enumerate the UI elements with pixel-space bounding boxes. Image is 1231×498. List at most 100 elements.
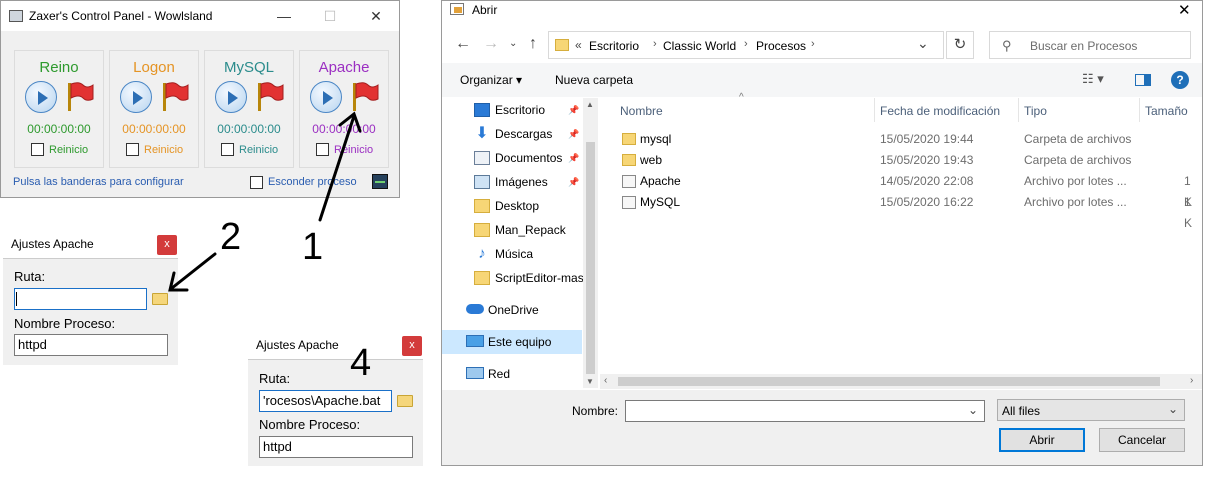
nav-item-label: Red <box>488 367 511 381</box>
new-folder-button[interactable]: Nueva carpeta <box>555 73 633 87</box>
batch-file-icon <box>622 196 636 209</box>
open-button[interactable]: Abrir <box>999 428 1085 452</box>
close-button[interactable]: ✕ <box>353 1 399 31</box>
chevron-down-icon: ⌄ <box>1167 402 1178 416</box>
computer-icon <box>466 335 484 347</box>
column-header-date[interactable]: Fecha de modificación <box>880 104 1000 118</box>
breadcrumb-item[interactable]: Procesos <box>756 39 806 53</box>
pin-icon: 📌 <box>568 105 580 115</box>
nav-item-descargas[interactable]: ⬇ Descargas 📌 <box>442 122 584 146</box>
view-options-icon[interactable]: ☷ ▾ <box>1082 71 1104 87</box>
column-divider <box>1018 98 1019 122</box>
nav-item-musica[interactable]: ♪ Música <box>442 242 584 266</box>
browse-folder-icon[interactable] <box>152 293 168 305</box>
nav-item-documentos[interactable]: Documentos 📌 <box>442 146 584 170</box>
organize-button[interactable]: Organizar ▾ <box>460 73 522 87</box>
control-panel-titlebar: Zaxer's Control Panel - Wowlsland — ☐ ✕ <box>1 1 399 31</box>
minimize-button[interactable]: — <box>261 1 307 31</box>
cloud-icon <box>466 304 484 314</box>
filename-label: Nombre: <box>572 404 619 418</box>
nav-item-man-repack[interactable]: Man_Repack <box>442 218 584 242</box>
help-icon[interactable]: ? <box>1171 71 1189 89</box>
filename-input[interactable]: ⌄ <box>625 400 985 422</box>
up-icon[interactable]: ↑ <box>529 35 537 53</box>
pictures-icon <box>474 175 490 189</box>
nav-item-onedrive[interactable]: OneDrive <box>442 298 584 322</box>
filetype-value: All files <box>1002 404 1041 418</box>
ruta-input[interactable]: 'rocesos\Apache.bat <box>259 390 392 412</box>
file-row[interactable]: mysql 15/05/2020 19:44 Carpeta de archiv… <box>620 129 1200 150</box>
restart-label: Reinicio <box>239 144 279 156</box>
breadcrumb-item[interactable]: Classic World <box>663 39 736 53</box>
play-icon[interactable] <box>25 81 57 113</box>
folder-icon <box>622 154 636 166</box>
forward-icon[interactable]: → <box>483 35 499 53</box>
restart-label: Reinicio <box>334 144 374 156</box>
file-row[interactable]: MySQL 15/05/2020 16:22 Archivo por lotes… <box>620 192 1200 230</box>
nav-item-label: ScriptEditor-mas <box>495 271 583 285</box>
search-box[interactable]: ⚲ Buscar en Procesos <box>989 31 1191 59</box>
file-type: Archivo por lotes ... <box>1024 195 1127 209</box>
nav-item-scripteditor[interactable]: ScriptEditor-mas <box>442 266 584 290</box>
nav-item-label: Este equipo <box>488 335 552 349</box>
hide-process-checkbox[interactable] <box>250 176 263 189</box>
flag-icon[interactable] <box>160 81 190 113</box>
ruta-input[interactable] <box>14 288 147 310</box>
service-card-reino: Reino 00:00:00:00 Reinicio <box>14 50 104 168</box>
search-icon: ⚲ <box>1002 38 1012 53</box>
horizontal-scrollbar[interactable]: ‹ › <box>600 374 1202 389</box>
nav-item-escritorio[interactable]: Escritorio 📌 <box>442 98 584 122</box>
filetype-select[interactable]: All files ⌄ <box>997 399 1185 421</box>
address-bar[interactable]: « Escritorio › Classic World › Procesos … <box>548 31 944 59</box>
settings-title: Ajustes Apache <box>256 338 339 352</box>
process-input[interactable]: httpd <box>14 334 168 356</box>
nav-item-desktop[interactable]: Desktop <box>442 194 584 218</box>
restart-checkbox[interactable] <box>316 143 329 156</box>
chevron-right-icon: › <box>653 38 657 50</box>
cancel-button[interactable]: Cancelar <box>1099 428 1185 452</box>
flag-icon[interactable] <box>350 81 380 113</box>
flag-icon[interactable] <box>65 81 95 113</box>
nav-scrollbar[interactable]: ▲ ▼ <box>583 98 598 388</box>
recent-dropdown-icon[interactable]: ⌄ <box>509 38 517 49</box>
process-label: Nombre Proceso: <box>259 417 361 432</box>
hide-process-label: Esconder proceso <box>268 176 357 188</box>
nav-item-imagenes[interactable]: Imágenes 📌 <box>442 170 584 194</box>
nav-item-este-equipo[interactable]: Este equipo <box>442 330 582 354</box>
folder-icon <box>555 39 569 51</box>
close-button[interactable]: ✕ <box>1178 1 1191 19</box>
column-header-type[interactable]: Tipo <box>1024 104 1047 118</box>
preview-pane-icon[interactable] <box>1135 74 1151 86</box>
restart-checkbox[interactable] <box>221 143 234 156</box>
monitor-icon[interactable] <box>372 174 388 189</box>
service-timer: 00:00:00:00 <box>217 122 281 136</box>
flag-icon[interactable] <box>255 81 285 113</box>
play-icon[interactable] <box>310 81 342 113</box>
nav-item-label: Música <box>495 247 534 261</box>
column-divider <box>1139 98 1140 122</box>
column-header-name[interactable]: Nombre <box>620 104 663 118</box>
ruta-label: Ruta: <box>259 371 291 386</box>
back-icon[interactable]: ← <box>455 35 471 53</box>
breadcrumb-item[interactable]: Escritorio <box>589 39 639 53</box>
restart-label: Reinicio <box>49 144 89 156</box>
restart-checkbox[interactable] <box>126 143 139 156</box>
file-row[interactable]: Apache 14/05/2020 22:08 Archivo por lote… <box>620 171 1200 209</box>
column-header-size[interactable]: Tamaño <box>1145 104 1188 118</box>
chevron-down-icon[interactable]: ⌄ <box>968 403 978 417</box>
address-dropdown-icon[interactable]: ⌄ <box>917 35 929 52</box>
play-icon[interactable] <box>120 81 152 113</box>
maximize-button[interactable]: ☐ <box>307 1 353 31</box>
file-row[interactable]: web 15/05/2020 19:43 Carpeta de archivos <box>620 150 1200 171</box>
nav-item-red[interactable]: Red <box>442 362 584 386</box>
process-input[interactable]: httpd <box>259 436 413 458</box>
play-icon[interactable] <box>215 81 247 113</box>
settings-title: Ajustes Apache <box>11 237 94 251</box>
browse-folder-icon[interactable] <box>397 395 413 407</box>
close-button[interactable]: x <box>402 336 422 356</box>
dialog-icon <box>450 3 464 15</box>
file-name: MySQL <box>640 195 681 209</box>
refresh-icon[interactable]: ↻ <box>946 31 974 59</box>
restart-checkbox[interactable] <box>31 143 44 156</box>
close-button[interactable]: x <box>157 235 177 255</box>
